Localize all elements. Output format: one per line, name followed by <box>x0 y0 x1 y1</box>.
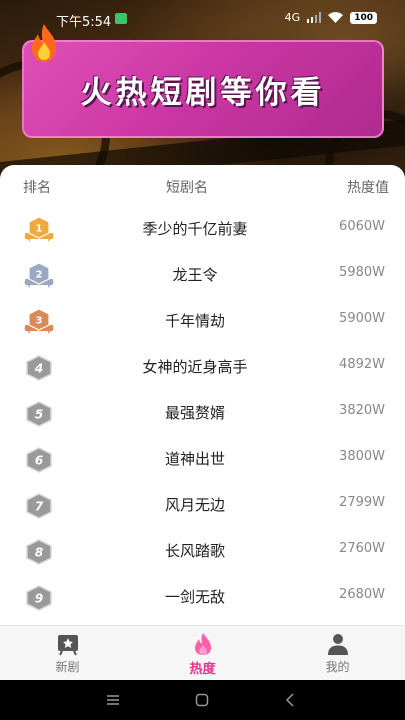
wifi-icon <box>328 12 344 23</box>
bottom-tab-bar: 新剧 热度 我的 <box>0 625 405 680</box>
home-icon[interactable] <box>194 692 210 708</box>
table-row[interactable]: 6 道神出世 3800W <box>0 435 405 481</box>
heat-value: 2799W <box>339 495 385 510</box>
rank-badge-icon: 6 <box>26 447 52 473</box>
menu-icon[interactable] <box>105 692 121 708</box>
heat-value: 2680W <box>339 587 385 602</box>
heat-header: 热度值 <box>347 180 389 196</box>
table-row[interactable]: 1 季少的千亿前妻 6060W <box>0 205 405 251</box>
tab-mine-label: 我的 <box>325 660 350 674</box>
drama-title: 道神出世 <box>164 450 225 468</box>
rank-number: 6 <box>35 454 43 468</box>
drama-title: 女神的近身高手 <box>142 358 248 376</box>
rank-badge-icon: 7 <box>26 493 52 519</box>
rank-number: 1 <box>36 224 43 235</box>
drama-title: 风月无边 <box>164 496 225 514</box>
app-notification-icon <box>115 13 127 24</box>
rank-number: 3 <box>36 316 43 327</box>
tab-hot[interactable]: 热度 <box>135 626 270 680</box>
tab-hot-label: 热度 <box>189 662 216 677</box>
system-nav-bar <box>0 680 405 720</box>
status-icons: 4G 100 <box>285 11 377 24</box>
medal-icon: 3 <box>24 308 54 334</box>
drama-title: 季少的千亿前妻 <box>142 220 248 238</box>
name-header: 短剧名 <box>166 180 208 196</box>
drama-title: 一剑无敌 <box>164 588 225 606</box>
user-icon <box>327 634 348 655</box>
rank-badge-icon: 5 <box>26 401 52 427</box>
back-icon[interactable] <box>283 692 299 708</box>
ranking-list: 1 季少的千亿前妻 6060W 2 龙王令 5980W 3 千年情劫 5900W 4 … <box>0 205 405 619</box>
star-board-icon <box>57 635 78 656</box>
table-row[interactable]: 9 一剑无敌 2680W <box>0 573 405 619</box>
table-row[interactable]: 2 龙王令 5980W <box>0 251 405 297</box>
rank-number: 9 <box>35 592 43 606</box>
heat-value: 5900W <box>339 311 385 326</box>
tab-new-label: 新剧 <box>55 660 80 674</box>
drama-title: 龙王令 <box>172 266 218 284</box>
table-row[interactable]: 5 最强赘婿 3820W <box>0 389 405 435</box>
tab-new[interactable]: 新剧 <box>0 626 135 680</box>
medal-icon: 2 <box>24 262 54 288</box>
ranking-card: 排名 短剧名 热度值 1 季少的千亿前妻 6060W 2 龙王令 5980W 3 千… <box>0 165 405 625</box>
network-label: 4G <box>284 11 301 24</box>
status-time: 下午5:54 <box>56 15 112 30</box>
hot-drama-banner[interactable]: 火热短剧等你看 <box>22 40 384 138</box>
rank-badge-icon: 4 <box>26 355 52 381</box>
rank-number: 8 <box>35 546 43 560</box>
rank-number: 5 <box>35 408 43 422</box>
table-header: 排名 短剧名 热度值 <box>0 165 405 205</box>
flame-icon <box>194 633 211 655</box>
rank-number: 2 <box>36 270 43 281</box>
signal-icon <box>307 12 322 23</box>
table-row[interactable]: 8 长风踏歌 2760W <box>0 527 405 573</box>
rank-badge-icon: 9 <box>26 585 52 611</box>
rank-badge-icon: 8 <box>26 539 52 565</box>
banner-title: 火热短剧等你看 <box>80 74 326 111</box>
rank-number: 7 <box>35 500 44 514</box>
medal-icon: 1 <box>24 216 54 242</box>
table-row[interactable]: 7 风月无边 2799W <box>0 481 405 527</box>
table-row[interactable]: 3 千年情劫 5900W <box>0 297 405 343</box>
drama-title: 长风踏歌 <box>164 542 225 560</box>
table-row[interactable]: 4 女神的近身高手 4892W <box>0 343 405 389</box>
battery-icon: 100 <box>350 11 377 24</box>
heat-value: 4892W <box>339 357 385 372</box>
drama-title: 千年情劫 <box>164 312 225 330</box>
drama-title: 最强赘婿 <box>164 404 225 422</box>
heat-value: 3800W <box>339 449 385 464</box>
rank-header: 排名 <box>23 180 51 196</box>
flame-icon <box>32 24 56 62</box>
heat-value: 3820W <box>339 403 385 418</box>
rank-number: 4 <box>34 362 43 376</box>
heat-value: 5980W <box>339 265 385 280</box>
heat-value: 6060W <box>339 219 385 234</box>
tab-mine[interactable]: 我的 <box>270 626 405 680</box>
heat-value: 2760W <box>339 541 385 556</box>
